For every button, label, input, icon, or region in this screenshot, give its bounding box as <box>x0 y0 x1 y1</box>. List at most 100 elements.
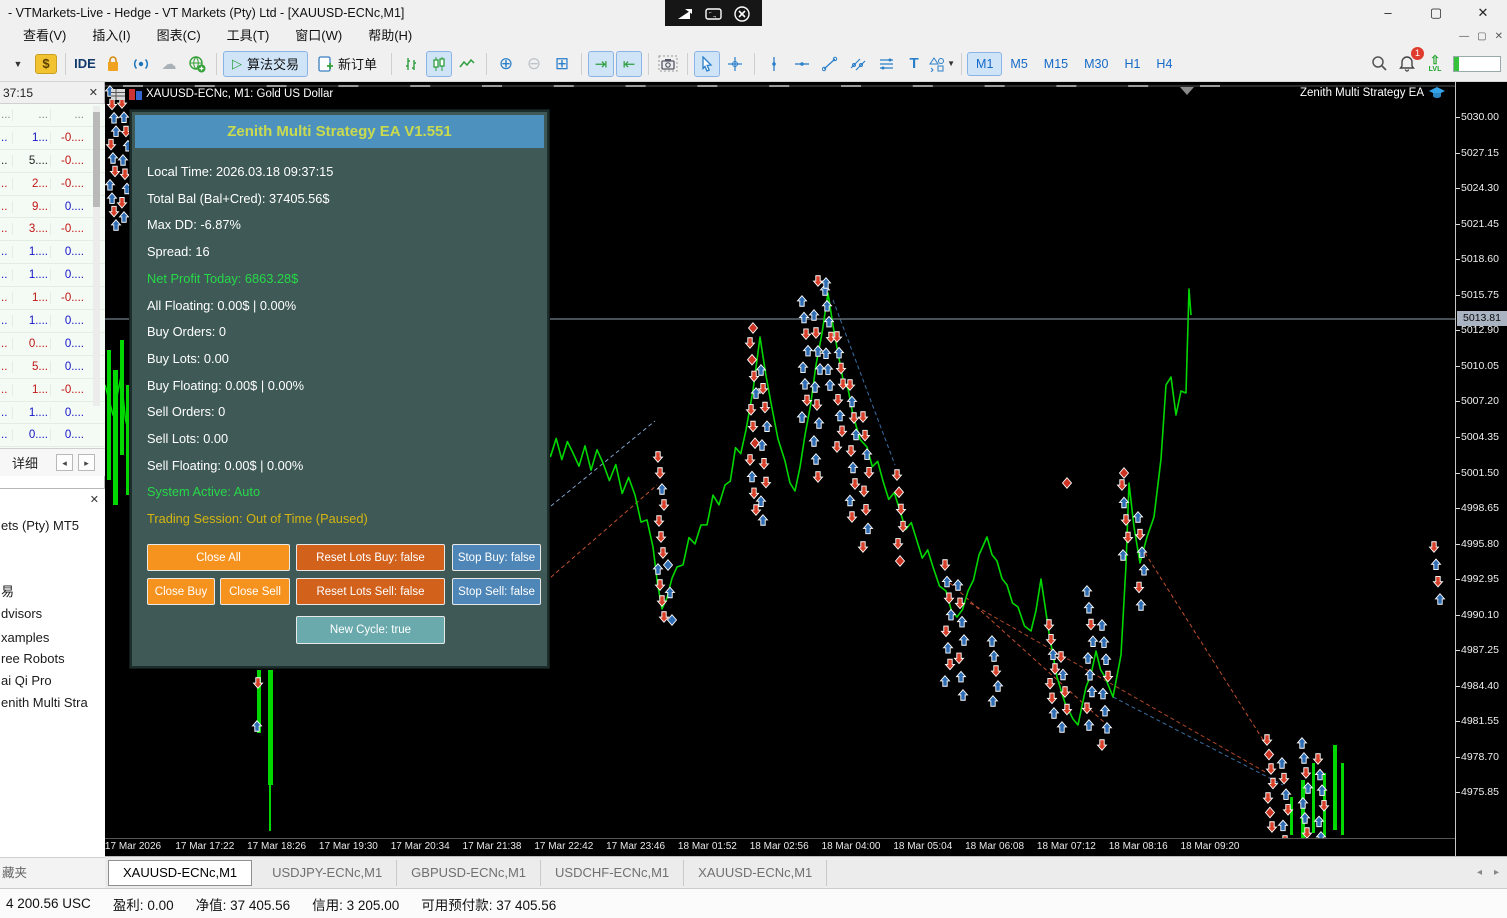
navigator-bottom-tab[interactable]: 藏夹 <box>0 857 105 889</box>
sell-arrow-marker <box>653 515 665 527</box>
tile-windows-icon[interactable]: ⊞ <box>549 51 575 77</box>
timeframe-m1[interactable]: M1 <box>967 51 1003 76</box>
screenshot-icon[interactable] <box>655 51 681 77</box>
chart-tab-2[interactable]: GBPUSD-ECNc,M1 <box>397 859 542 886</box>
market-watch-table[interactable]: ........... 1... -0...... 5.... -0...... 2...… <box>0 104 105 448</box>
search-icon[interactable] <box>1366 51 1392 77</box>
reset-lots-buy-button[interactable]: Reset Lots Buy: false <box>296 544 445 571</box>
market-watch-row[interactable]: .. 0.... 0.... <box>0 424 105 448</box>
market-watch-row[interactable]: .. 1.... 0.... <box>0 264 105 288</box>
market-data-icon[interactable]: $ <box>33 51 59 77</box>
maximize-button[interactable]: ▢ <box>1414 0 1458 26</box>
horizontal-line-tool-icon[interactable] <box>789 51 815 77</box>
new-cycle-button[interactable]: New Cycle: true <box>296 616 445 644</box>
lvl-icon[interactable]: ⇧ LVL <box>1422 51 1448 77</box>
zoom-out-icon[interactable]: ⊖ <box>521 51 547 77</box>
community-icon[interactable] <box>184 51 210 77</box>
market-watch-row[interactable]: .. 5... 0.... <box>0 356 105 379</box>
chart-tab-4[interactable]: XAUUSD-ECNc,M1 <box>684 859 828 886</box>
timeframe-h4[interactable]: H4 <box>1148 52 1180 76</box>
expert-advisor-icon[interactable] <box>1429 87 1445 99</box>
mdi-minimize-button[interactable]: — <box>1459 31 1469 42</box>
navigator-item-4[interactable]: ree Robots <box>1 651 65 666</box>
mdi-close-button[interactable]: ✕ <box>1495 31 1503 42</box>
market-watch-row[interactable]: .. 1.... 0.... <box>0 402 105 425</box>
navigator-item-2[interactable]: dvisors <box>1 606 42 621</box>
cursor-tool-icon[interactable] <box>694 50 721 77</box>
market-watch-row[interactable]: .. 2... -0.... <box>0 173 105 196</box>
menu-item-0[interactable]: 查看(V) <box>10 26 79 46</box>
minimize-button[interactable]: – <box>1366 0 1410 26</box>
tabs-scroll-left-icon[interactable]: ◂ <box>56 454 73 471</box>
crosshair-tool-icon[interactable] <box>722 51 748 77</box>
market-bag-icon[interactable] <box>100 51 126 77</box>
market-watch-row[interactable]: .. 1.... 0.... <box>0 310 105 333</box>
timeframe-m5[interactable]: M5 <box>1002 52 1035 76</box>
market-watch-row[interactable]: .. 1.... 0.... <box>0 241 105 265</box>
toolbar-dropdown-icon[interactable]: ▼ <box>5 51 31 77</box>
chart-area[interactable]: XAUUSD-ECNc, M1: Gold US Dollar Zenith M… <box>105 82 1455 856</box>
vertical-line-tool-icon[interactable] <box>761 51 787 77</box>
menu-item-3[interactable]: 工具(T) <box>214 26 283 46</box>
signals-icon[interactable] <box>128 51 154 77</box>
chart-tab-3[interactable]: USDCHF-ECNc,M1 <box>541 859 685 886</box>
market-watch-row[interactable]: .. 9... 0.... <box>0 196 105 219</box>
text-tool-icon[interactable]: T <box>901 51 927 77</box>
navigator-item-5[interactable]: ai Qi Pro <box>1 673 52 688</box>
cloud-icon[interactable]: ☁ <box>156 51 182 77</box>
close-buy-button[interactable]: Close Buy <box>147 578 215 605</box>
tabbar-scroll-left-icon[interactable]: ◂ <box>1477 867 1482 878</box>
timeframe-m30[interactable]: M30 <box>1076 52 1116 76</box>
new-order-button[interactable]: 新订单 <box>310 51 385 77</box>
market-watch-row[interactable]: .. 1... -0.... <box>0 127 105 150</box>
window-restore-icon[interactable]: ⌐¬ <box>704 7 723 21</box>
shapes-tool-icon[interactable]: ▼ <box>929 51 955 77</box>
menu-item-2[interactable]: 图表(C) <box>144 26 214 46</box>
market-watch-row[interactable]: .. 5.... -0.... <box>0 150 105 173</box>
close-overlay-icon[interactable] <box>734 6 750 22</box>
timeframe-h1[interactable]: H1 <box>1116 52 1148 76</box>
notifications-bell-icon[interactable]: 1 <box>1394 46 1424 77</box>
channel-tool-icon[interactable] <box>845 51 871 77</box>
market-watch-row[interactable]: .. 1... -0.... <box>0 287 105 311</box>
tab-details[interactable]: 详细 <box>12 453 38 472</box>
ide-button[interactable]: IDE <box>72 51 98 77</box>
candlestick-type-icon[interactable] <box>426 50 453 77</box>
shift-chart-left-icon[interactable]: ⇤ <box>616 50 643 77</box>
market-watch-row[interactable]: .. 3.... -0.... <box>0 218 105 242</box>
shapes-dropdown-icon[interactable]: ▼ <box>947 59 955 68</box>
tabs-scroll-right-icon[interactable]: ▸ <box>78 454 95 471</box>
market-watch-row[interactable]: .. 0.... 0.... <box>0 333 105 356</box>
navigator-item-6[interactable]: enith Multi Stra <box>1 695 88 710</box>
menu-item-1[interactable]: 插入(I) <box>79 26 143 46</box>
timeframe-m15[interactable]: M15 <box>1036 52 1076 76</box>
mdi-restore-button[interactable]: ▢ <box>1477 31 1486 42</box>
fibonacci-tool-icon[interactable] <box>873 51 899 77</box>
stop-buy-button[interactable]: Stop Buy: false <box>452 544 541 571</box>
close-sell-button[interactable]: Close Sell <box>220 578 290 605</box>
stop-sell-button[interactable]: Stop Sell: false <box>452 578 541 605</box>
menu-item-5[interactable]: 帮助(H) <box>355 26 425 46</box>
chart-tab-1[interactable]: USDJPY-ECNc,M1 <box>258 859 398 886</box>
navigator-item-0[interactable]: ets (Pty) MT5 <box>1 518 79 533</box>
tabbar-scroll-right-icon[interactable]: ▸ <box>1494 867 1499 878</box>
shift-chart-right-icon[interactable]: ⇥ <box>588 50 615 77</box>
menu-item-4[interactable]: 窗口(W) <box>282 26 355 46</box>
market-watch-row[interactable]: .. 1... -0.... <box>0 379 105 402</box>
bar-chart-type-icon[interactable] <box>398 51 424 77</box>
close-button[interactable]: ✕ <box>1461 0 1505 26</box>
reset-lots-sell-button[interactable]: Reset Lots Sell: false <box>296 578 445 605</box>
close-all-button[interactable]: Close All <box>147 544 290 571</box>
navigator-item-3[interactable]: xamples <box>1 630 49 645</box>
market-watch-scrollbar[interactable] <box>93 106 100 406</box>
navigator-item-1[interactable]: 易 <box>1 581 14 600</box>
line-chart-type-icon[interactable] <box>454 51 480 77</box>
market-watch-close-icon[interactable]: ✕ <box>89 82 98 104</box>
zoom-in-icon[interactable]: ⊕ <box>493 51 519 77</box>
algo-trading-button[interactable]: ▷ 算法交易 <box>223 50 309 77</box>
screen-share-icon[interactable] <box>677 7 693 21</box>
buy-arrow-marker <box>847 461 859 474</box>
navigator-close-icon[interactable]: ✕ <box>90 489 99 511</box>
trendline-tool-icon[interactable] <box>817 51 843 77</box>
chart-tab-0[interactable]: XAUUSD-ECNc,M1 <box>108 859 253 886</box>
